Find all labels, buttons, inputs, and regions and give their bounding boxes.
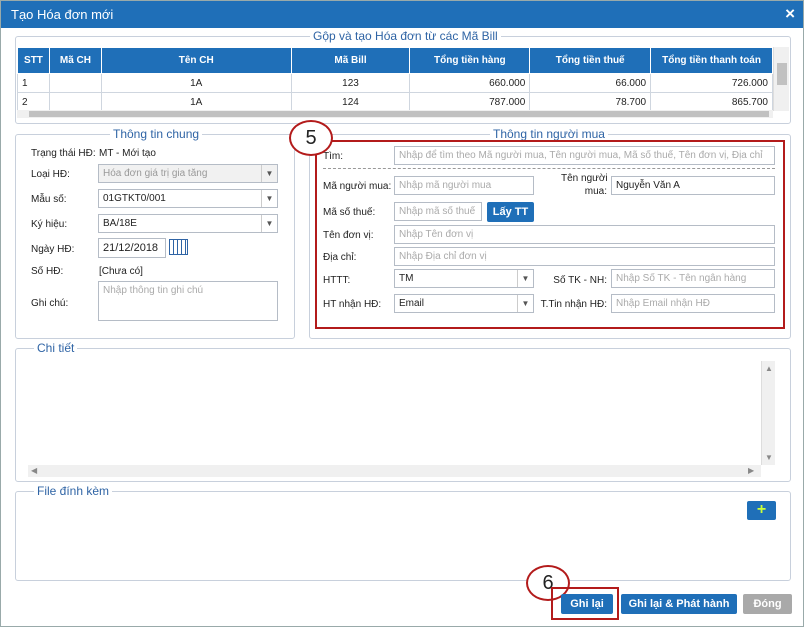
cell-ten-ch: 1A (100, 73, 292, 93)
buyer-name-input[interactable]: Nguyễn Văn A (611, 176, 775, 195)
tax-input[interactable]: Nhập mã số thuế (394, 202, 482, 221)
bills-table: STT Mã CH Tên CH Mã Bill Tổng tiền hàng … (17, 47, 773, 112)
callout-5: 5 (289, 120, 333, 156)
form-select[interactable]: 01GTKT0/001 ▼ (98, 189, 278, 208)
dialog-title: Tạo Hóa đơn mới (11, 7, 114, 22)
col-thanh-toan: Tổng tiền thanh toán (650, 47, 773, 74)
cell-tien-thue: 78.700 (529, 92, 652, 112)
receive-email-label: T.Tin nhận HĐ: (540, 299, 607, 310)
col-ten-ch: Tên CH (100, 47, 292, 74)
number-value: [Chưa có] (99, 266, 143, 277)
attachment-legend: File đính kèm (34, 484, 113, 498)
payment-select-value: TM (399, 273, 414, 284)
unit-input[interactable]: Nhập Tên đơn vị (394, 225, 775, 244)
form-label: Mẫu số: (31, 194, 67, 205)
col-ma-ch: Mã CH (48, 47, 102, 74)
cell-ma-bill: 123 (290, 73, 411, 93)
cell-tien-thue: 66.000 (529, 73, 652, 93)
type-select[interactable]: Hóa đơn giá trị gia tăng ▼ (98, 164, 278, 183)
calendar-icon[interactable] (169, 239, 188, 255)
save-button[interactable]: Ghi lại (561, 594, 613, 614)
cell-ma-ch (48, 73, 102, 93)
payment-label: HTTT: (323, 275, 351, 286)
cell-thanh-toan: 865.700 (650, 92, 773, 112)
address-label: Địa chỉ: (323, 252, 357, 263)
buyer-name-label-2: mua: (584, 186, 607, 197)
buyer-legend: Thông tin người mua (490, 127, 608, 141)
cell-tien-hang: 660.000 (409, 73, 531, 93)
scroll-down-icon[interactable]: ▼ (765, 453, 773, 462)
save-publish-button[interactable]: Ghi lại & Phát hành (621, 594, 737, 614)
tax-label: Mã số thuế: (323, 207, 376, 218)
col-stt: STT (17, 47, 50, 74)
col-tien-hang: Tổng tiền hàng (409, 47, 531, 74)
receive-method-value: Email (399, 298, 425, 309)
status-label: Trạng thái HĐ: (31, 148, 96, 159)
receive-method-label: HT nhận HĐ: (323, 299, 382, 310)
buyer-name-label-1: Tên người (561, 173, 608, 184)
get-info-button[interactable]: Lấy TT (487, 202, 534, 222)
cell-ma-ch (48, 92, 102, 112)
bills-header-row: STT Mã CH Tên CH Mã Bill Tổng tiền hàng … (17, 47, 773, 74)
cell-tien-hang: 787.000 (409, 92, 531, 112)
receive-method-select[interactable]: Email ▼ (394, 294, 534, 313)
chevron-down-icon: ▼ (261, 215, 277, 232)
note-textarea[interactable]: Nhập thông tin ghi chú (98, 281, 278, 321)
table-row[interactable]: 1 1A 123 660.000 66.000 726.000 (17, 73, 773, 93)
type-label: Loại HĐ: (31, 169, 70, 180)
table-row[interactable]: 2 1A 124 787.000 78.700 865.700 (17, 92, 773, 112)
date-input[interactable]: 21/12/2018 (98, 238, 166, 258)
dialog-titlebar: Tạo Hóa đơn mới × (1, 1, 803, 28)
buyer-code-input[interactable]: Nhập mã người mua (394, 176, 534, 195)
payment-select[interactable]: TM ▼ (394, 269, 534, 288)
close-button[interactable]: Đóng (743, 594, 792, 614)
buyer-code-label: Mã người mua: (323, 181, 392, 192)
search-label: Tìm: (323, 151, 343, 162)
add-attachment-button[interactable]: + (747, 501, 776, 520)
scroll-left-icon[interactable]: ◀ (31, 466, 37, 475)
note-label: Ghi chú: (31, 298, 69, 309)
detail-scrollbar[interactable]: ▲ ▼ (761, 361, 775, 465)
form-select-value: 01GTKT0/001 (103, 193, 166, 204)
chevron-down-icon: ▼ (517, 295, 533, 312)
account-label: Số TK - NH: (553, 275, 607, 286)
chevron-down-icon: ▼ (517, 270, 533, 287)
scroll-up-icon[interactable]: ▲ (765, 364, 773, 373)
create-invoice-dialog: Tạo Hóa đơn mới × Gộp và tạo Hóa đơn từ … (0, 0, 804, 627)
attachment-panel: File đính kèm (15, 484, 791, 581)
account-input[interactable]: Nhập Số TK - Tên ngân hàng (611, 269, 775, 288)
cell-ma-bill: 124 (290, 92, 411, 112)
chevron-down-icon: ▼ (261, 190, 277, 207)
chevron-down-icon: ▼ (261, 165, 277, 182)
detail-hscrollbar[interactable]: ◀ ▶ (28, 465, 761, 477)
detail-panel: Chi tiết (15, 341, 791, 482)
col-tien-thue: Tổng tiền thuế (529, 47, 652, 74)
divider (323, 168, 775, 169)
col-ma-bill: Mã Bill (290, 47, 411, 74)
unit-label: Tên đơn vị: (323, 230, 374, 241)
address-input[interactable]: Nhập Địa chỉ đơn vị (394, 247, 775, 266)
date-label: Ngày HĐ: (31, 244, 75, 255)
receive-email-input[interactable]: Nhập Email nhận HĐ (611, 294, 775, 313)
bills-hscroll-thumb[interactable] (29, 111, 769, 117)
general-legend: Thông tin chung (110, 127, 203, 141)
cell-stt: 2 (17, 92, 50, 112)
symbol-select[interactable]: BA/18E ▼ (98, 214, 278, 233)
type-select-value: Hóa đơn giá trị gia tăng (103, 168, 208, 179)
scroll-right-icon[interactable]: ▶ (748, 466, 754, 475)
bills-legend: Gộp và tạo Hóa đơn từ các Mã Bill (310, 29, 501, 43)
number-label: Số HĐ: (31, 266, 64, 277)
symbol-label: Ký hiệu: (31, 219, 68, 230)
bills-scrollbar[interactable] (773, 47, 789, 111)
bills-scroll-thumb[interactable] (777, 63, 787, 85)
cell-stt: 1 (17, 73, 50, 93)
symbol-select-value: BA/18E (103, 218, 137, 229)
detail-legend: Chi tiết (34, 341, 78, 355)
cell-thanh-toan: 726.000 (650, 73, 773, 93)
status-value: MT - Mới tạo (99, 148, 156, 159)
close-icon[interactable]: × (785, 4, 795, 24)
cell-ten-ch: 1A (100, 92, 292, 112)
bills-hscrollbar[interactable] (17, 110, 773, 118)
search-input[interactable]: Nhập để tìm theo Mã người mua, Tên người… (394, 146, 775, 165)
